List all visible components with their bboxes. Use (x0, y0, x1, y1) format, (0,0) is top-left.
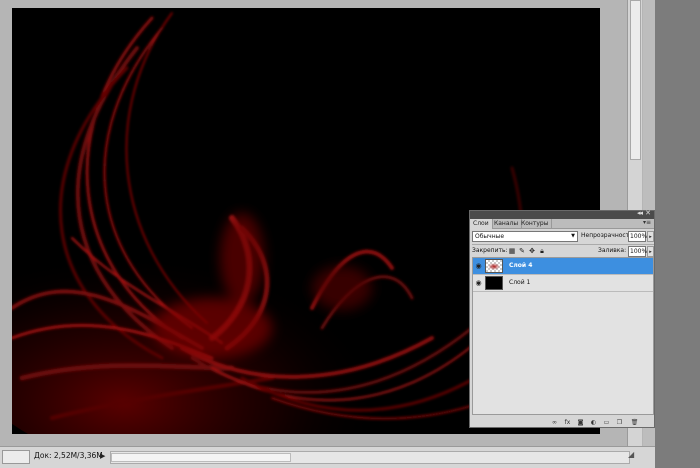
layer-name: Слой 4 (509, 262, 533, 269)
lock-transparency-icon[interactable]: ▦ (508, 247, 516, 255)
lock-row: Закрепить: ▦ ✎ ✥ 🔒︎ Заливка: 100% ▸ (472, 244, 654, 257)
mask-icon[interactable]: ◙ (576, 418, 585, 427)
layer-thumbnail (485, 259, 503, 273)
eye-icon[interactable]: ◉ (474, 260, 483, 272)
status-bar: Док: 2,52M/3,36M ▶ (0, 446, 655, 468)
lock-move-icon[interactable]: ✥ (528, 247, 536, 255)
document-size-readout: Док: 2,52M/3,36M (34, 451, 103, 460)
fx-icon[interactable]: fx (563, 418, 572, 427)
opacity-label: Непрозрачность: (581, 232, 635, 239)
layer-row-4[interactable]: ◉ Слой 4 (473, 258, 653, 275)
panel-titlebar[interactable]: ◂◂ ✕ (470, 209, 654, 219)
new-layer-icon[interactable]: ❐ (615, 418, 624, 427)
adjustment-icon[interactable]: ◐ (589, 418, 598, 427)
close-icon[interactable]: ✕ (645, 209, 651, 217)
opacity-dropdown-icon[interactable]: ▸ (647, 231, 654, 242)
trash-icon[interactable]: 🗑︎ (630, 418, 639, 427)
lock-brush-icon[interactable]: ✎ (518, 247, 526, 255)
folder-icon[interactable]: ▭ (602, 418, 611, 427)
horizontal-scroll-thumb[interactable] (111, 453, 291, 462)
link-icon[interactable]: ∞ (550, 418, 559, 427)
panel-menu-icon[interactable]: ▾≡ (643, 219, 651, 226)
fill-dropdown-icon[interactable]: ▸ (647, 246, 654, 257)
opacity-input[interactable]: 100% (628, 231, 647, 242)
eye-icon[interactable]: ◉ (474, 277, 483, 289)
blend-mode-select[interactable]: Обычные ▼ (472, 231, 578, 242)
chevron-down-icon: ▼ (571, 233, 575, 239)
resize-grip-icon[interactable]: ◢ (628, 450, 638, 460)
workspace: Док: 2,52M/3,36M ▶ ◢ ◂◂ ✕ Слои Каналы Ко… (0, 0, 700, 468)
lock-all-icon[interactable]: 🔒︎ (538, 247, 546, 255)
collapse-icon[interactable]: ◂◂ (637, 209, 643, 217)
layer-thumbnail (485, 276, 503, 290)
fill-input[interactable]: 100% (628, 246, 647, 257)
layer-list: ◉ Слой 4 ◉ Слой 1 (472, 257, 654, 415)
tab-layers[interactable]: Слои (470, 219, 493, 229)
blend-mode-value: Обычные (475, 233, 505, 240)
zoom-field[interactable] (2, 450, 30, 464)
layers-panel: ◂◂ ✕ Слои Каналы Контуры ▾≡ Обычные ▼ Не… (469, 209, 655, 428)
layer-name: Слой 1 (509, 279, 531, 286)
fill-label: Заливка: (598, 247, 627, 254)
panel-tabs: Слои Каналы Контуры ▾≡ (470, 219, 654, 229)
horizontal-scrollbar[interactable] (110, 451, 630, 464)
vertical-scroll-thumb[interactable] (630, 0, 641, 160)
tab-paths[interactable]: Контуры (518, 219, 553, 229)
layer-row-1[interactable]: ◉ Слой 1 (473, 275, 653, 292)
lock-label: Закрепить: (472, 247, 508, 254)
blend-row: Обычные ▼ Непрозрачность: 100% ▸ (472, 231, 654, 243)
right-panel-dock (655, 0, 700, 468)
triangle-right-icon[interactable]: ▶ (100, 452, 105, 460)
panel-footer: ∞ fx ◙ ◐ ▭ ❐ 🗑︎ (470, 417, 654, 428)
